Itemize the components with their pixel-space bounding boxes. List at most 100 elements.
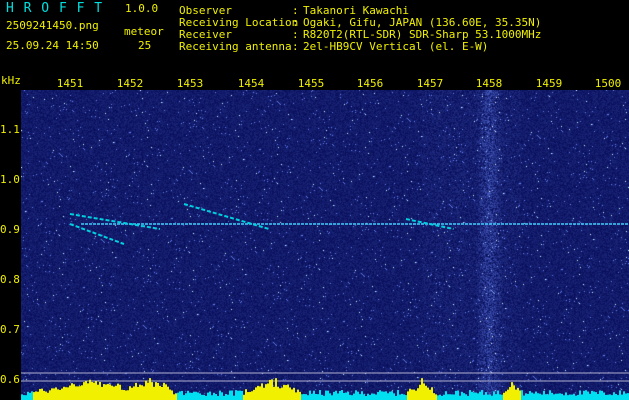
amplitude-bar bbox=[337, 393, 339, 400]
amplitude-bar bbox=[203, 394, 205, 400]
amplitude-bar bbox=[185, 393, 187, 400]
amplitude-bar bbox=[327, 390, 329, 400]
x-tick-label: 1452 bbox=[116, 77, 144, 90]
amplitude-bar bbox=[119, 384, 121, 400]
amplitude-bar bbox=[105, 384, 107, 400]
amplitude-bar bbox=[611, 395, 613, 400]
amplitude-bar bbox=[145, 380, 147, 400]
amplitude-bar bbox=[75, 386, 77, 400]
amplitude-bar bbox=[31, 391, 33, 400]
amplitude-bar bbox=[543, 390, 545, 400]
amplitude-bar bbox=[85, 380, 87, 400]
amplitude-bar bbox=[103, 384, 105, 400]
amplitude-bar bbox=[125, 390, 127, 400]
amplitude-bar bbox=[349, 394, 351, 400]
amplitude-bar bbox=[123, 390, 125, 400]
amplitude-bar bbox=[247, 392, 249, 400]
amplitude-bar bbox=[425, 385, 427, 400]
amplitude-bar bbox=[305, 394, 307, 400]
amplitude-bar bbox=[489, 394, 491, 400]
amplitude-bar bbox=[557, 393, 559, 400]
amplitude-bar bbox=[195, 391, 197, 400]
amplitude-bar bbox=[241, 390, 243, 400]
amplitude-bar bbox=[87, 383, 89, 400]
amplitude-bar bbox=[271, 379, 273, 400]
y-tick-label: 1.1 bbox=[0, 123, 20, 136]
amplitude-bar bbox=[311, 393, 313, 400]
amplitude-bar bbox=[113, 386, 115, 400]
spectrogram-overlay bbox=[21, 203, 629, 400]
amplitude-bar bbox=[89, 379, 91, 400]
meteor-label: meteor bbox=[124, 25, 164, 38]
amplitude-bar bbox=[431, 387, 433, 400]
amplitude-bar bbox=[259, 386, 261, 400]
amplitude-bar bbox=[499, 394, 501, 400]
amplitude-bar bbox=[591, 390, 593, 400]
amplitude-bar bbox=[571, 394, 573, 400]
amplitude-bar bbox=[377, 392, 379, 400]
amplitude-bar bbox=[469, 390, 471, 400]
amplitude-bar bbox=[589, 393, 591, 400]
amplitude-bar bbox=[251, 391, 253, 400]
amplitude-bar bbox=[189, 392, 191, 400]
y-tick-label: 0.8 bbox=[0, 273, 20, 286]
amplitude-bar bbox=[263, 387, 265, 400]
amplitude-bar bbox=[375, 394, 377, 400]
amplitude-bar bbox=[33, 392, 35, 400]
y-tick-label: 0.9 bbox=[0, 223, 20, 236]
amplitude-bar bbox=[461, 391, 463, 400]
amplitude-bar bbox=[329, 393, 331, 400]
amplitude-bar bbox=[163, 382, 165, 400]
amplitude-bar bbox=[427, 387, 429, 400]
amplitude-bar bbox=[267, 383, 269, 400]
amplitude-bar bbox=[295, 392, 297, 400]
amplitude-bar bbox=[181, 390, 183, 400]
amplitude-bar bbox=[593, 391, 595, 400]
amplitude-bar bbox=[289, 387, 291, 400]
amplitude-bar bbox=[585, 390, 587, 400]
amplitude-bar bbox=[235, 390, 237, 400]
amplitude-bar bbox=[601, 390, 603, 400]
amplitude-bar bbox=[397, 390, 399, 400]
amplitude-bar bbox=[115, 385, 117, 400]
amplitude-bar bbox=[97, 384, 99, 400]
amplitude-bar bbox=[45, 391, 47, 400]
amplitude-bar bbox=[347, 391, 349, 400]
amplitude-bar bbox=[457, 390, 459, 400]
amplitude-bar bbox=[391, 391, 393, 400]
amplitude-bar bbox=[577, 394, 579, 400]
amplitude-bar bbox=[555, 393, 557, 400]
datetime: 25.09.24 14:50 bbox=[6, 39, 99, 52]
x-tick-label: 1458 bbox=[475, 77, 503, 90]
amplitude-bar bbox=[441, 395, 443, 400]
amplitude-bar bbox=[325, 390, 327, 400]
amplitude-bar bbox=[345, 392, 347, 400]
amplitude-bar bbox=[121, 389, 123, 400]
amplitude-bar bbox=[55, 387, 57, 400]
amplitude-bar bbox=[157, 382, 159, 400]
amplitude-bar bbox=[505, 391, 507, 400]
amplitude-bar bbox=[63, 386, 65, 400]
amplitude-bar bbox=[293, 387, 295, 400]
amplitude-bar bbox=[357, 391, 359, 400]
amplitude-bar bbox=[301, 394, 303, 400]
amplitude-bar bbox=[597, 393, 599, 400]
amplitude-bar bbox=[25, 395, 27, 400]
amplitude-bar bbox=[149, 378, 151, 400]
info-sep-antenna: : bbox=[292, 40, 299, 53]
amplitude-bar bbox=[35, 391, 37, 400]
amplitude-bar bbox=[553, 394, 555, 400]
amplitude-bar bbox=[319, 390, 321, 400]
amplitude-bar bbox=[491, 395, 493, 400]
amplitude-bar bbox=[79, 386, 81, 400]
amplitude-bar bbox=[533, 393, 535, 400]
amplitude-bar bbox=[141, 385, 143, 400]
amplitude-bar bbox=[99, 381, 101, 400]
amplitude-bar bbox=[525, 393, 527, 400]
amplitude-bar bbox=[229, 390, 231, 400]
amplitude-bar bbox=[477, 393, 479, 400]
amplitude-bar bbox=[233, 395, 235, 400]
amplitude-bar bbox=[433, 393, 435, 400]
amplitude-bar bbox=[513, 385, 515, 400]
amplitude-bar bbox=[483, 394, 485, 400]
